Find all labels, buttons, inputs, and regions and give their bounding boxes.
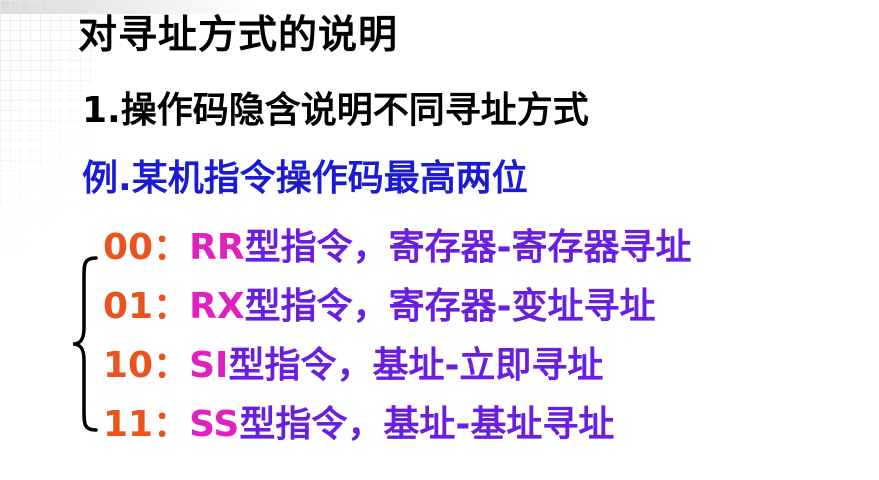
opcode-description: 型指令，基址-立即寻址 (228, 345, 604, 386)
opcode-type: RR (189, 227, 245, 268)
point-1: 1.操作码隐含说明不同寻址方式 (82, 83, 589, 139)
opcode-row-00: 00：RR型指令，寄存器-寄存器寻址 (103, 218, 692, 277)
opcode-description: 型指令，寄存器-寄存器寻址 (244, 227, 692, 268)
opcode-separator: ： (153, 404, 190, 445)
opcode-code: 10 (103, 345, 154, 386)
opcode-separator: ： (153, 345, 190, 386)
slide-title: 对寻址方式的说明 (78, 13, 399, 58)
point-1-number: 1. (82, 90, 121, 131)
opcode-code: 01 (103, 286, 154, 327)
opcode-type: RX (189, 286, 245, 327)
point-1-text: 操作码隐含说明不同寻址方式 (120, 90, 589, 131)
opcode-row-10: 10：SI型指令，基址-立即寻址 (103, 336, 692, 395)
opcode-list: 00：RR型指令，寄存器-寄存器寻址 01：RX型指令，寄存器-变址寻址 10：… (103, 218, 692, 454)
example-line: 例.某机指令操作码最高两位 (82, 151, 528, 207)
opcode-separator: ： (153, 227, 190, 268)
opcode-row-01: 01：RX型指令，寄存器-变址寻址 (103, 277, 692, 336)
slide: 对寻址方式的说明 1.操作码隐含说明不同寻址方式 例.某机指令操作码最高两位 0… (0, 0, 879, 480)
opcode-row-11: 11：SS型指令，基址-基址寻址 (103, 395, 692, 454)
opcode-description: 型指令，基址-基址寻址 (239, 404, 615, 445)
example-text: 某机指令操作码最高两位 (131, 158, 528, 199)
opcode-type: SS (189, 404, 240, 445)
opcode-code: 11 (103, 404, 154, 445)
opcode-separator: ： (153, 286, 190, 327)
opcode-description: 型指令，寄存器-变址寻址 (244, 286, 656, 327)
opcode-type: SI (189, 345, 229, 386)
opcode-code: 00 (103, 227, 154, 268)
example-prefix: 例. (82, 158, 132, 199)
curly-brace-icon (72, 256, 98, 432)
